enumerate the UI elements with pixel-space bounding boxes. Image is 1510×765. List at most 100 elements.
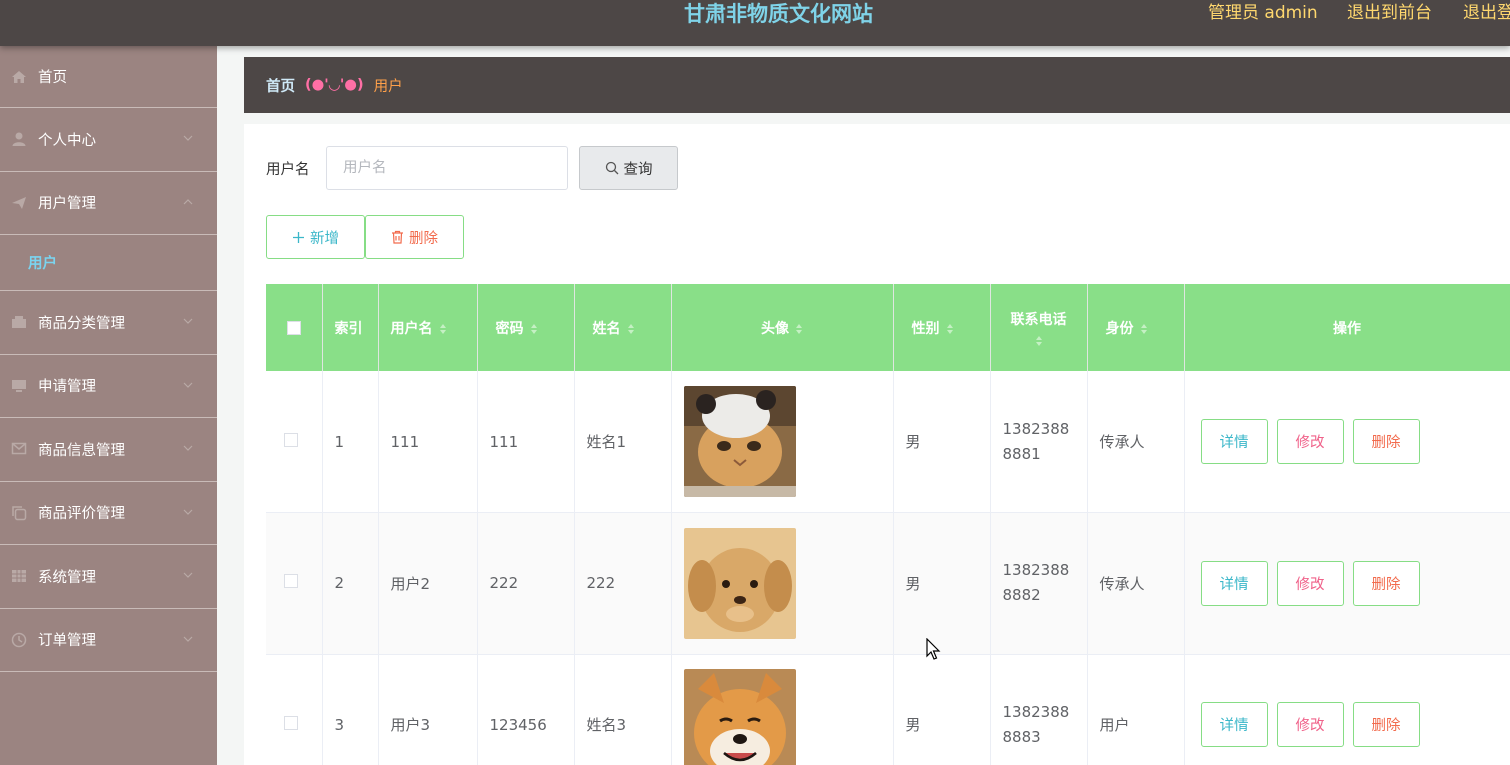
cell-phone: 13823888882 — [990, 512, 1088, 655]
column-header-username[interactable]: 用户名 — [378, 284, 478, 371]
cell-name: 姓名1 — [574, 371, 672, 513]
select-all-header[interactable] — [266, 284, 323, 371]
row-select-cell[interactable] — [266, 512, 323, 655]
plus-icon — [293, 231, 304, 243]
sort-icon[interactable] — [795, 323, 803, 335]
sidebar: 首页 个人中心 用户管理 用户 商品分类管理 申请管理 商品信息管理 商品评价管… — [0, 46, 217, 765]
detail-button[interactable]: 详情 — [1200, 702, 1268, 748]
users-table: 索引 用户名 密码 姓名 头像 性别 联系电话 身份 操作 1 111 111 … — [266, 284, 1510, 765]
sort-icon[interactable] — [1140, 323, 1148, 335]
sidebar-item-user-management[interactable]: 用户管理 — [0, 172, 217, 235]
cell-actions: 详情 修改 删除 — [1184, 371, 1510, 513]
sidebar-item-label: 申请管理 — [38, 379, 96, 396]
sidebar-item-application-management[interactable]: 申请管理 — [0, 355, 217, 418]
cell-avatar — [671, 512, 894, 655]
sort-icon[interactable] — [439, 323, 447, 335]
sort-icon[interactable] — [627, 323, 635, 335]
column-header-role[interactable]: 身份 — [1087, 284, 1185, 371]
logout-link[interactable]: 退出登录 — [1463, 0, 1510, 28]
sidebar-item-label: 用户管理 — [38, 196, 96, 213]
cell-role: 传承人 — [1087, 371, 1185, 513]
row-checkbox[interactable] — [284, 432, 298, 447]
add-button-label: 新增 — [310, 230, 339, 247]
home-icon — [10, 68, 28, 86]
cell-gender: 男 — [893, 512, 991, 655]
delete-button[interactable]: 删除 — [1352, 702, 1420, 748]
cell-actions: 详情 修改 删除 — [1184, 512, 1510, 655]
detail-button[interactable]: 详情 — [1200, 560, 1268, 606]
row-select-cell[interactable] — [266, 654, 323, 765]
delete-button[interactable]: 删除 — [1352, 419, 1420, 464]
sidebar-item-personal-center[interactable]: 个人中心 — [0, 108, 217, 172]
sidebar-item-product-review-management[interactable]: 商品评价管理 — [0, 482, 217, 545]
cell-role: 用户 — [1087, 654, 1185, 765]
sidebar-item-label: 商品分类管理 — [38, 315, 125, 332]
column-header-avatar[interactable]: 头像 — [671, 284, 894, 371]
cell-username: 用户2 — [378, 512, 478, 655]
column-header-phone[interactable]: 联系电话 — [990, 284, 1088, 371]
batch-delete-button[interactable]: 删除 — [365, 215, 464, 259]
cell-username: 用户3 — [378, 654, 478, 765]
breadcrumb-home[interactable]: 首页 — [266, 75, 295, 96]
sidebar-item-product-info-management[interactable]: 商品信息管理 — [0, 418, 217, 482]
avatar — [683, 527, 796, 639]
delete-button[interactable]: 删除 — [1352, 560, 1420, 606]
edit-button[interactable]: 修改 — [1276, 560, 1344, 606]
cell-name: 222 — [574, 512, 672, 655]
edit-button[interactable]: 修改 — [1276, 419, 1344, 464]
chevron-down-icon — [183, 445, 193, 452]
exit-to-front-link[interactable]: 退出到前台 — [1347, 0, 1432, 28]
cell-index: 2 — [322, 512, 379, 655]
cell-username: 111 — [378, 371, 478, 513]
copy-icon — [10, 504, 28, 522]
search-label: 用户名 — [266, 162, 310, 178]
sort-icon[interactable] — [530, 323, 538, 335]
cell-password: 123456 — [477, 654, 575, 765]
detail-button[interactable]: 详情 — [1200, 419, 1268, 464]
breadcrumb-current: 用户 — [373, 78, 403, 95]
chevron-down-icon — [183, 382, 193, 388]
query-button[interactable]: 查询 — [579, 146, 678, 190]
sidebar-item-order-management[interactable]: 订单管理 — [0, 609, 217, 672]
table-row: 1 111 111 姓名1 男 13823888881 传承人 详情 修改 删除 — [266, 371, 1510, 513]
box-icon — [10, 313, 28, 331]
sidebar-subitem-users[interactable]: 用户 — [0, 235, 217, 291]
username-search-input[interactable] — [326, 146, 568, 190]
sort-icon[interactable] — [946, 323, 954, 335]
search-icon — [605, 161, 618, 175]
breadcrumb-separator: (●'◡'●) — [305, 77, 364, 93]
column-header-gender[interactable]: 性别 — [893, 284, 991, 371]
send-icon — [10, 194, 28, 212]
table-row: 2 用户2 222 222 男 13823888882 传承人 详情 修改 删除 — [266, 512, 1510, 655]
column-header-password[interactable]: 密码 — [477, 284, 575, 371]
sidebar-item-system-management[interactable]: 系统管理 — [0, 545, 217, 609]
admin-label: 管理员 admin — [1208, 3, 1318, 23]
column-header-actions: 操作 — [1184, 284, 1510, 371]
chevron-up-icon — [183, 198, 193, 205]
column-header-name[interactable]: 姓名 — [574, 284, 672, 371]
trash-icon — [392, 230, 403, 244]
row-select-cell[interactable] — [266, 371, 323, 513]
sidebar-item-category-management[interactable]: 商品分类管理 — [0, 291, 217, 355]
select-all-checkbox[interactable] — [286, 320, 301, 335]
column-header-index: 索引 — [322, 284, 379, 371]
row-checkbox[interactable] — [284, 574, 298, 589]
add-button[interactable]: 新增 — [266, 215, 365, 259]
cell-phone: 13823888883 — [990, 654, 1088, 765]
sidebar-item-label: 个人中心 — [38, 132, 96, 149]
phone-text: 13823888882 — [1002, 561, 1070, 605]
sidebar-subitem-label: 用户 — [28, 256, 57, 272]
cell-phone: 13823888881 — [990, 371, 1088, 513]
sidebar-item-label: 订单管理 — [38, 633, 96, 650]
chevron-down-icon — [183, 509, 193, 515]
monitor-icon — [10, 377, 28, 395]
chevron-down-icon — [183, 636, 193, 642]
message-icon — [10, 440, 28, 458]
user-icon — [10, 130, 28, 148]
sidebar-item-label: 系统管理 — [38, 569, 96, 586]
sidebar-item-home[interactable]: 首页 — [0, 46, 217, 108]
row-checkbox[interactable] — [284, 715, 298, 730]
edit-button[interactable]: 修改 — [1276, 702, 1344, 748]
sort-icon[interactable] — [1035, 335, 1043, 347]
top-header: 甘肃非物质文化网站 管理员 admin 退出到前台 退出登录 — [0, 0, 1510, 46]
